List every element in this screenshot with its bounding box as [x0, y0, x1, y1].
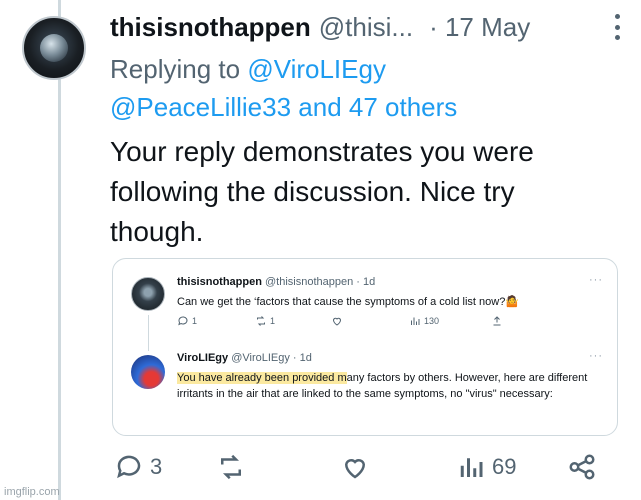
quoted-like — [331, 315, 343, 327]
quoted-thread-line — [148, 315, 149, 351]
like-icon — [344, 459, 366, 479]
quoted-name-2: ViroLIEgy — [177, 352, 229, 364]
replying-to-label: Replying to — [110, 54, 241, 84]
quoted-share — [491, 315, 503, 327]
quoted-reply-count: 1 — [192, 316, 198, 326]
quoted-meta-1: thisisnothappen @thisisnothappen · 1d — [177, 276, 375, 288]
repost-button[interactable] — [216, 452, 246, 482]
tweet-date[interactable]: · 17 May — [429, 12, 530, 43]
more-icon[interactable] — [615, 14, 623, 40]
tweet-header: thisisnothappen @thisi... · 17 May — [110, 10, 621, 44]
quoted-screenshot[interactable]: thisisnothappen @thisisnothappen · 1d ··… — [112, 258, 618, 436]
quoted-repost-count: 1 — [270, 316, 276, 326]
quoted-more-1: ··· — [589, 274, 603, 286]
reply-others-link[interactable]: @PeaceLillie33 and 47 others — [110, 92, 457, 122]
quoted-views: 130 — [409, 315, 439, 327]
quoted-avatar-2 — [131, 355, 165, 389]
repost-icon — [221, 454, 241, 480]
quoted-highlighted-text: You have already been provided m — [177, 372, 347, 384]
share-icon — [569, 454, 595, 480]
quoted-name-1: thisisnothappen — [177, 276, 262, 288]
imgflip-watermark: imgflip.com — [4, 486, 60, 498]
share-icon — [493, 316, 501, 326]
avatar[interactable] — [22, 16, 86, 80]
views-button[interactable]: 69 — [456, 452, 516, 482]
quoted-views-count: 130 — [424, 316, 440, 326]
like-icon — [332, 317, 342, 326]
views-count: 69 — [492, 454, 517, 479]
quoted-reply: 1 — [177, 315, 197, 327]
quoted-handle-2: @ViroLIEgy · 1d — [231, 352, 312, 364]
views-icon — [460, 458, 483, 477]
reply-handle-link[interactable]: @ViroLIEgy — [247, 54, 386, 84]
quoted-text-1: Can we get the ‘factors that cause the s… — [177, 296, 520, 308]
quoted-more-2: ··· — [589, 350, 603, 362]
avatar-planet-image — [40, 34, 68, 62]
quoted-repost: 1 — [255, 315, 275, 327]
author-handle[interactable]: @thisi... — [319, 12, 413, 43]
repost-icon — [257, 316, 265, 326]
reply-icon — [117, 455, 141, 479]
quoted-text-2: You have already been provided many fact… — [177, 370, 597, 402]
reply-icon — [178, 316, 188, 326]
like-button[interactable] — [340, 452, 370, 482]
author-name[interactable]: thisisnothappen — [110, 12, 311, 43]
replying-to: Replying to @ViroLIEgy @PeaceLillie33 an… — [110, 50, 580, 126]
share-button[interactable] — [567, 452, 597, 482]
quoted-actions-1: 1 1 130 — [177, 315, 517, 329]
quoted-handle-1: @thisisnothappen · 1d — [265, 276, 376, 288]
tweet-actions: 3 69 — [112, 452, 612, 484]
tweet-text: Your reply demonstrates you were followi… — [110, 136, 534, 247]
quoted-avatar-1 — [131, 277, 165, 311]
reply-button[interactable]: 3 — [114, 452, 162, 482]
views-icon — [411, 317, 420, 325]
reply-count: 3 — [150, 454, 163, 479]
quoted-meta-2: ViroLIEgy @ViroLIEgy · 1d — [177, 352, 312, 364]
